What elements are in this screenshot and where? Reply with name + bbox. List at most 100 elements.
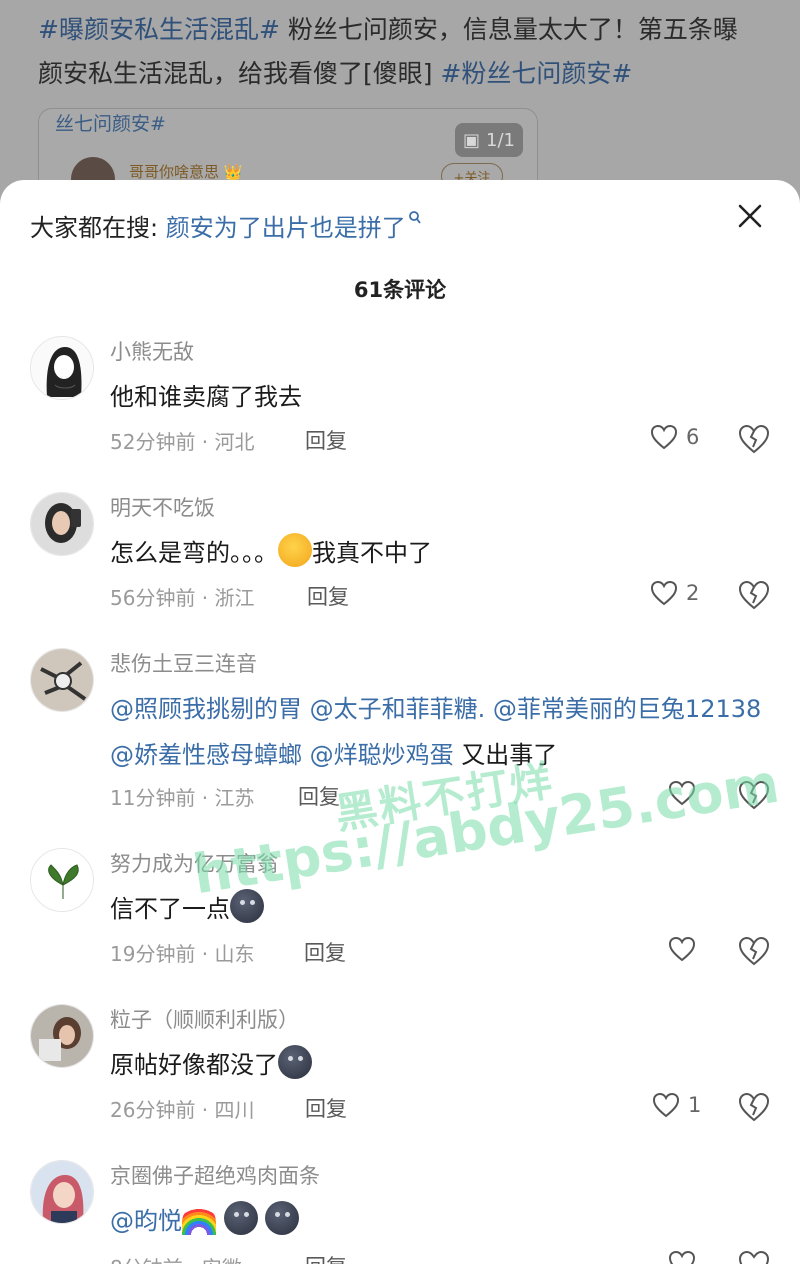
heart-icon [650, 424, 678, 450]
broken-heart-icon[interactable] [738, 1092, 770, 1122]
comment-text: 他和谁卖腐了我去 [110, 383, 302, 411]
comments-sheet: 大家都在搜: 颜安为了出片也是拼了 61条评论 小熊无敌 他和谁卖腐了我去 52… [0, 180, 800, 1264]
comment-time: 19分钟前 [110, 942, 196, 966]
comment-meta: 26分钟前 · 四川 [110, 1098, 255, 1122]
comment-text: @照顾我挑剔的胃 @太子和菲菲糖. @菲常美丽的巨兔12138 @娇羞性感母蟑螂… [110, 686, 770, 778]
comment-meta: 19分钟前 · 山东 [110, 942, 255, 966]
comment-item: 京圈佛子超绝鸡肉面条 @昀悦 8分钟前 · 安徽 回复 [0, 1160, 800, 1264]
comment-username[interactable]: 明天不吃饭 [110, 492, 215, 522]
moon-face-emoji-icon [265, 1201, 300, 1235]
like-button[interactable]: 6 [650, 424, 699, 450]
comment-location: 山东 [214, 942, 255, 966]
comment-location: 安徽 [202, 1256, 242, 1264]
broken-heart-icon[interactable] [738, 780, 770, 810]
comment-meta: 52分钟前 · 河北 [110, 430, 255, 454]
heart-icon [668, 936, 696, 962]
like-button[interactable] [668, 936, 704, 962]
comment-text-part: 怎么是弯的。。。 [110, 539, 278, 567]
broken-heart-icon[interactable] [738, 580, 770, 610]
comment-text-part: 信不了一点 [110, 895, 230, 923]
avatar[interactable] [30, 336, 94, 400]
like-button[interactable]: 2 [650, 580, 699, 606]
reply-button[interactable]: 回复 [304, 937, 346, 967]
moon-face-emoji-icon [230, 889, 264, 923]
heart-icon [650, 580, 678, 606]
heart-icon [668, 1250, 696, 1264]
comment-username[interactable]: 京圈佛子超绝鸡肉面条 [110, 1160, 320, 1190]
image-count-badge: ▣ 1/1 [455, 123, 523, 157]
reply-button[interactable]: 回复 [305, 1251, 347, 1264]
mention-link[interactable]: @昀悦 [110, 1207, 182, 1235]
like-button[interactable] [668, 780, 704, 806]
comment-text-part: 我真不中了 [312, 539, 432, 567]
reply-button[interactable]: 回复 [307, 581, 349, 611]
comment-username[interactable]: 悲伤土豆三连音 [110, 648, 257, 678]
comment-text: 怎么是弯的。。。 我真不中了 [110, 530, 770, 576]
like-count: 6 [686, 425, 700, 449]
avatar[interactable] [30, 492, 94, 556]
hot-search-query[interactable]: 颜安为了出片也是拼了 [166, 214, 406, 242]
like-count: 1 [688, 1093, 702, 1117]
comment-item: 明天不吃饭 怎么是弯的。。。 我真不中了 56分钟前 · 浙江 回复 2 [0, 492, 800, 642]
comment-username[interactable]: 小熊无敌 [110, 336, 194, 366]
mention-link[interactable]: @照顾我挑剔的胃 [110, 695, 302, 723]
search-icon [408, 211, 421, 224]
comment-time: 8分钟前 [110, 1256, 183, 1264]
comment-count-title: 61条评论 [353, 278, 447, 302]
comment-location: 江苏 [214, 786, 255, 810]
comment-item: 悲伤土豆三连音 @照顾我挑剔的胃 @太子和菲菲糖. @菲常美丽的巨兔12138 … [0, 648, 800, 828]
comment-location: 浙江 [214, 586, 255, 610]
hashtag-main[interactable]: #曝颜安私生活混乱# [38, 15, 280, 44]
like-button[interactable] [668, 1250, 696, 1264]
reply-button[interactable]: 回复 [305, 1093, 347, 1123]
images-icon: ▣ [463, 129, 481, 151]
comment-username[interactable]: 粒子（顺顺利利版） [110, 1004, 299, 1034]
comment-meta: 56分钟前 · 浙江 [110, 586, 255, 610]
image-count-label: 1/1 [486, 129, 515, 151]
comment-item: 粒子（顺顺利利版） 原帖好像都没了 26分钟前 · 四川 回复 1 [0, 1004, 800, 1154]
comment-item: 小熊无敌 他和谁卖腐了我去 52分钟前 · 河北 回复 6 [0, 336, 800, 486]
comment-time: 56分钟前 [110, 586, 196, 610]
moon-face-emoji-icon [223, 1201, 258, 1235]
reply-button[interactable]: 回复 [298, 781, 340, 811]
mention-link[interactable]: @菲常美丽的巨兔12138 [493, 695, 761, 723]
avatar[interactable] [30, 648, 94, 712]
comment-item: 努力成为亿万富翁 信不了一点 19分钟前 · 山东 回复 [0, 848, 800, 998]
reply-button[interactable]: 回复 [305, 425, 347, 455]
comment-username[interactable]: 努力成为亿万富翁 [110, 848, 278, 878]
comment-meta: 11分钟前 · 江苏 [110, 786, 255, 810]
crying-emoji-icon [278, 533, 312, 567]
broken-heart-icon[interactable] [738, 1250, 770, 1264]
comment-time: 26分钟前 [110, 1098, 196, 1122]
comment-location: 四川 [214, 1098, 255, 1122]
hot-search-prefix: 大家都在搜: [30, 214, 166, 242]
rainbow-emoji-icon [182, 1205, 216, 1235]
heart-icon [652, 1092, 680, 1118]
comment-text: 原帖好像都没了 [110, 1042, 770, 1088]
like-count: 2 [686, 581, 700, 605]
comment-meta: 8分钟前 · 安徽 [110, 1252, 242, 1264]
close-icon[interactable] [736, 202, 764, 230]
avatar[interactable] [30, 1160, 94, 1224]
mention-link[interactable]: @烊聪炒鸡蛋 [310, 741, 454, 769]
comment-text: 信不了一点 [110, 886, 770, 932]
comment-time: 52分钟前 [110, 430, 196, 454]
comment-text-part: 又出事了 [461, 741, 558, 769]
comment-location: 河北 [214, 430, 255, 454]
comment-time: 11分钟前 [110, 786, 196, 810]
mention-link[interactable]: @娇羞性感母蟑螂 [110, 741, 302, 769]
comment-text: @昀悦 [110, 1198, 770, 1244]
avatar[interactable] [30, 848, 94, 912]
hashtag-secondary[interactable]: #粉丝七问颜安# [440, 59, 632, 88]
mention-link[interactable]: @太子和菲菲糖. [310, 695, 486, 723]
like-button[interactable]: 1 [652, 1092, 701, 1118]
broken-heart-icon[interactable] [738, 424, 770, 454]
comment-text-part: 原帖好像都没了 [110, 1051, 278, 1079]
card-username: 哥哥你啥意思 👑 [129, 163, 243, 181]
broken-heart-icon[interactable] [738, 936, 770, 966]
avatar[interactable] [30, 1004, 94, 1068]
heart-icon [668, 780, 696, 806]
card-title: 丝七问颜安# [55, 113, 166, 135]
moon-face-emoji-icon [278, 1045, 312, 1079]
hot-search-bar[interactable]: 大家都在搜: 颜安为了出片也是拼了 [30, 208, 422, 243]
